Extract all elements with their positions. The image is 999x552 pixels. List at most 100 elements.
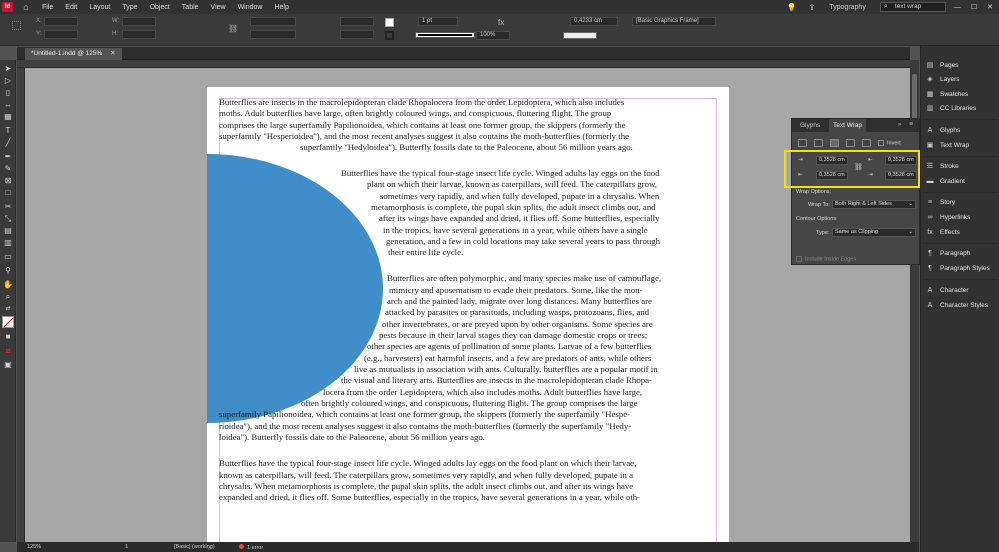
text-line[interactable]: superfamily "Hedyloidea"). Butterfly fos…: [300, 142, 633, 153]
include-inside-edges-checkbox[interactable]: Include Inside Edges: [796, 256, 856, 262]
close-tab-icon[interactable]: ✕: [110, 50, 115, 57]
zoom-tool-icon[interactable]: ⌕: [3, 292, 13, 302]
fill-swatch[interactable]: [385, 18, 394, 27]
menu-help[interactable]: Help: [274, 4, 288, 11]
text-line[interactable]: the visual and literary arts. Butterflie…: [341, 375, 652, 386]
direct-selection-tool-icon[interactable]: ▷: [3, 76, 13, 86]
text-line[interactable]: loidea"). Butterfly fossils date to the …: [219, 432, 485, 443]
jump-object-icon[interactable]: [846, 139, 855, 147]
menu-file[interactable]: File: [42, 4, 53, 11]
dock-item-stroke[interactable]: ☰ Stroke: [925, 161, 959, 173]
shear-field[interactable]: [340, 30, 374, 39]
text-line[interactable]: expanded and dried, it flies off. Some b…: [219, 492, 640, 503]
content-collector-icon[interactable]: ▦: [3, 112, 13, 122]
text-line[interactable]: Butterflies have the typical four-stage …: [219, 458, 636, 469]
effects-icon[interactable]: fx: [498, 18, 504, 27]
text-line[interactable]: mimicry and aposematism to evade their p…: [389, 285, 643, 296]
tab-glyphs[interactable]: Glyphs: [796, 119, 824, 132]
wrap-around-bounding-box-icon[interactable]: [814, 139, 823, 147]
workspace-switcher[interactable]: Typography: [829, 4, 866, 11]
dock-item-pages[interactable]: ▤ Pages: [925, 60, 959, 72]
dock-item-story[interactable]: ≡ Story: [925, 197, 955, 209]
line-tool-icon[interactable]: ╱: [3, 138, 13, 148]
text-line[interactable]: comprises the large superfamily Papilion…: [219, 120, 626, 131]
dock-item-hyperlinks[interactable]: ∞ Hyperlinks: [925, 212, 971, 224]
y-field[interactable]: [44, 30, 78, 39]
preflight-errors[interactable]: 1 error: [239, 544, 263, 551]
stroke-type-preview[interactable]: [415, 32, 475, 38]
text-line[interactable]: other species are agents of pollination …: [367, 341, 651, 352]
note-tool-icon[interactable]: ▭: [3, 252, 13, 262]
text-line[interactable]: after its wings have expanded and dried,…: [379, 213, 660, 224]
stroke-swatch[interactable]: [385, 31, 394, 40]
fill-stroke-proxy[interactable]: [2, 316, 14, 328]
text-line[interactable]: other invertebrates, or are preyed upon …: [382, 319, 653, 330]
selection-tool-icon[interactable]: ➤: [3, 64, 13, 74]
home-icon[interactable]: ⌂: [20, 2, 32, 12]
reference-point-icon[interactable]: [12, 21, 21, 30]
rotation-field[interactable]: [340, 17, 374, 26]
scale-y-field[interactable]: [250, 30, 296, 39]
menu-view[interactable]: View: [211, 4, 226, 11]
eyedropper-tool-icon[interactable]: ⚲: [3, 266, 13, 276]
text-line[interactable]: arch and the painted lady, migrate over …: [387, 296, 652, 307]
apply-none-icon[interactable]: ⧄: [3, 346, 13, 356]
apply-color-icon[interactable]: ■: [3, 332, 13, 342]
vertical-ruler[interactable]: [17, 68, 25, 542]
constrain-proportions-icon[interactable]: ⛓: [228, 24, 238, 33]
opacity-field[interactable]: 100%: [476, 31, 510, 40]
height-field[interactable]: [122, 30, 156, 39]
swap-fill-stroke-icon[interactable]: ⇄: [3, 304, 13, 314]
no-text-wrap-icon[interactable]: [798, 139, 807, 147]
page-tool-icon[interactable]: ▯: [3, 88, 13, 98]
text-line[interactable]: (e.g., harvesters) eat harmful insects, …: [364, 353, 651, 364]
text-line[interactable]: generation, and a few in cold locations …: [386, 236, 660, 247]
minimize-button[interactable]: —: [954, 4, 961, 11]
text-line[interactable]: attacked by parasites or parasitoids, in…: [385, 307, 649, 318]
contour-type-dropdown[interactable]: Same as Clipping ⌄: [832, 228, 916, 237]
text-line[interactable]: rioidea"), and the most recent analyses …: [219, 421, 631, 432]
search-input[interactable]: ⌕ text wrap: [879, 2, 946, 12]
text-line[interactable]: chrysalis. When metamorphosis is complet…: [219, 481, 633, 492]
scale-x-field[interactable]: [250, 17, 296, 26]
offset-field[interactable]: 0,4233 cm: [570, 17, 618, 26]
scissors-tool-icon[interactable]: ✂: [3, 202, 13, 212]
dock-item-paragraph-styles[interactable]: ¶ Paragraph Styles: [925, 263, 990, 275]
dock-item-character-styles[interactable]: A Character Styles: [925, 300, 988, 312]
tab-text-wrap[interactable]: Text Wrap: [829, 119, 867, 132]
menu-type[interactable]: Type: [122, 4, 137, 11]
jump-to-next-column-icon[interactable]: [862, 139, 871, 147]
document-tab[interactable]: *Untitled-1.indd @ 125% ✕: [25, 48, 122, 60]
share-icon[interactable]: ⇪: [809, 3, 816, 12]
type-tool-icon[interactable]: T: [3, 126, 13, 136]
page-number[interactable]: 1: [125, 544, 128, 550]
zoom-level[interactable]: 125%: [27, 544, 41, 550]
menu-window[interactable]: Window: [238, 4, 263, 11]
width-field[interactable]: [122, 17, 156, 26]
dock-item-paragraph[interactable]: ¶ Paragraph: [925, 248, 970, 260]
text-line[interactable]: sometimes very rapidly, and when fully d…: [380, 191, 659, 202]
text-line[interactable]: superfamily "Hesperioidea"), and the mos…: [219, 131, 629, 142]
menu-object[interactable]: Object: [150, 4, 170, 11]
text-line[interactable]: pests because in their larval stages the…: [379, 330, 647, 341]
text-line[interactable]: Butterflies have the typical four-stage …: [341, 168, 660, 179]
text-line[interactable]: their entire life cycle.: [388, 247, 463, 258]
text-line[interactable]: known as caterpillars, will feed. The ca…: [219, 470, 633, 481]
close-button[interactable]: ✕: [987, 3, 993, 11]
stroke-weight-field[interactable]: 1 pt: [418, 17, 458, 26]
text-line[interactable]: metamorphosis is complete, the pupal ski…: [371, 202, 656, 213]
gap-tool-icon[interactable]: ↔: [3, 100, 13, 110]
text-line[interactable]: Butterflies are often polymorphic, and m…: [387, 273, 661, 284]
text-line[interactable]: locera from the order Lepidoptera, which…: [323, 387, 642, 398]
pen-tool-icon[interactable]: ✒: [3, 152, 13, 162]
free-transform-tool-icon[interactable]: ⤡: [3, 214, 13, 224]
hand-tool-icon[interactable]: ✋: [3, 280, 13, 290]
rectangle-frame-tool-icon[interactable]: ⊠: [3, 176, 13, 186]
dock-item-layers[interactable]: ◈ Layers: [925, 74, 959, 86]
dock-item-cc-libraries[interactable]: ▥ CC Libraries: [925, 103, 976, 115]
gradient-swatch-tool-icon[interactable]: ▤: [3, 226, 13, 236]
dock-item-swatches[interactable]: ▦ Swatches: [925, 89, 969, 101]
text-line[interactable]: plant on which their larvae, known as ca…: [367, 179, 657, 190]
text-line[interactable]: moths. Adult butterflies have large, oft…: [219, 108, 611, 119]
menu-layout[interactable]: Layout: [89, 4, 110, 11]
